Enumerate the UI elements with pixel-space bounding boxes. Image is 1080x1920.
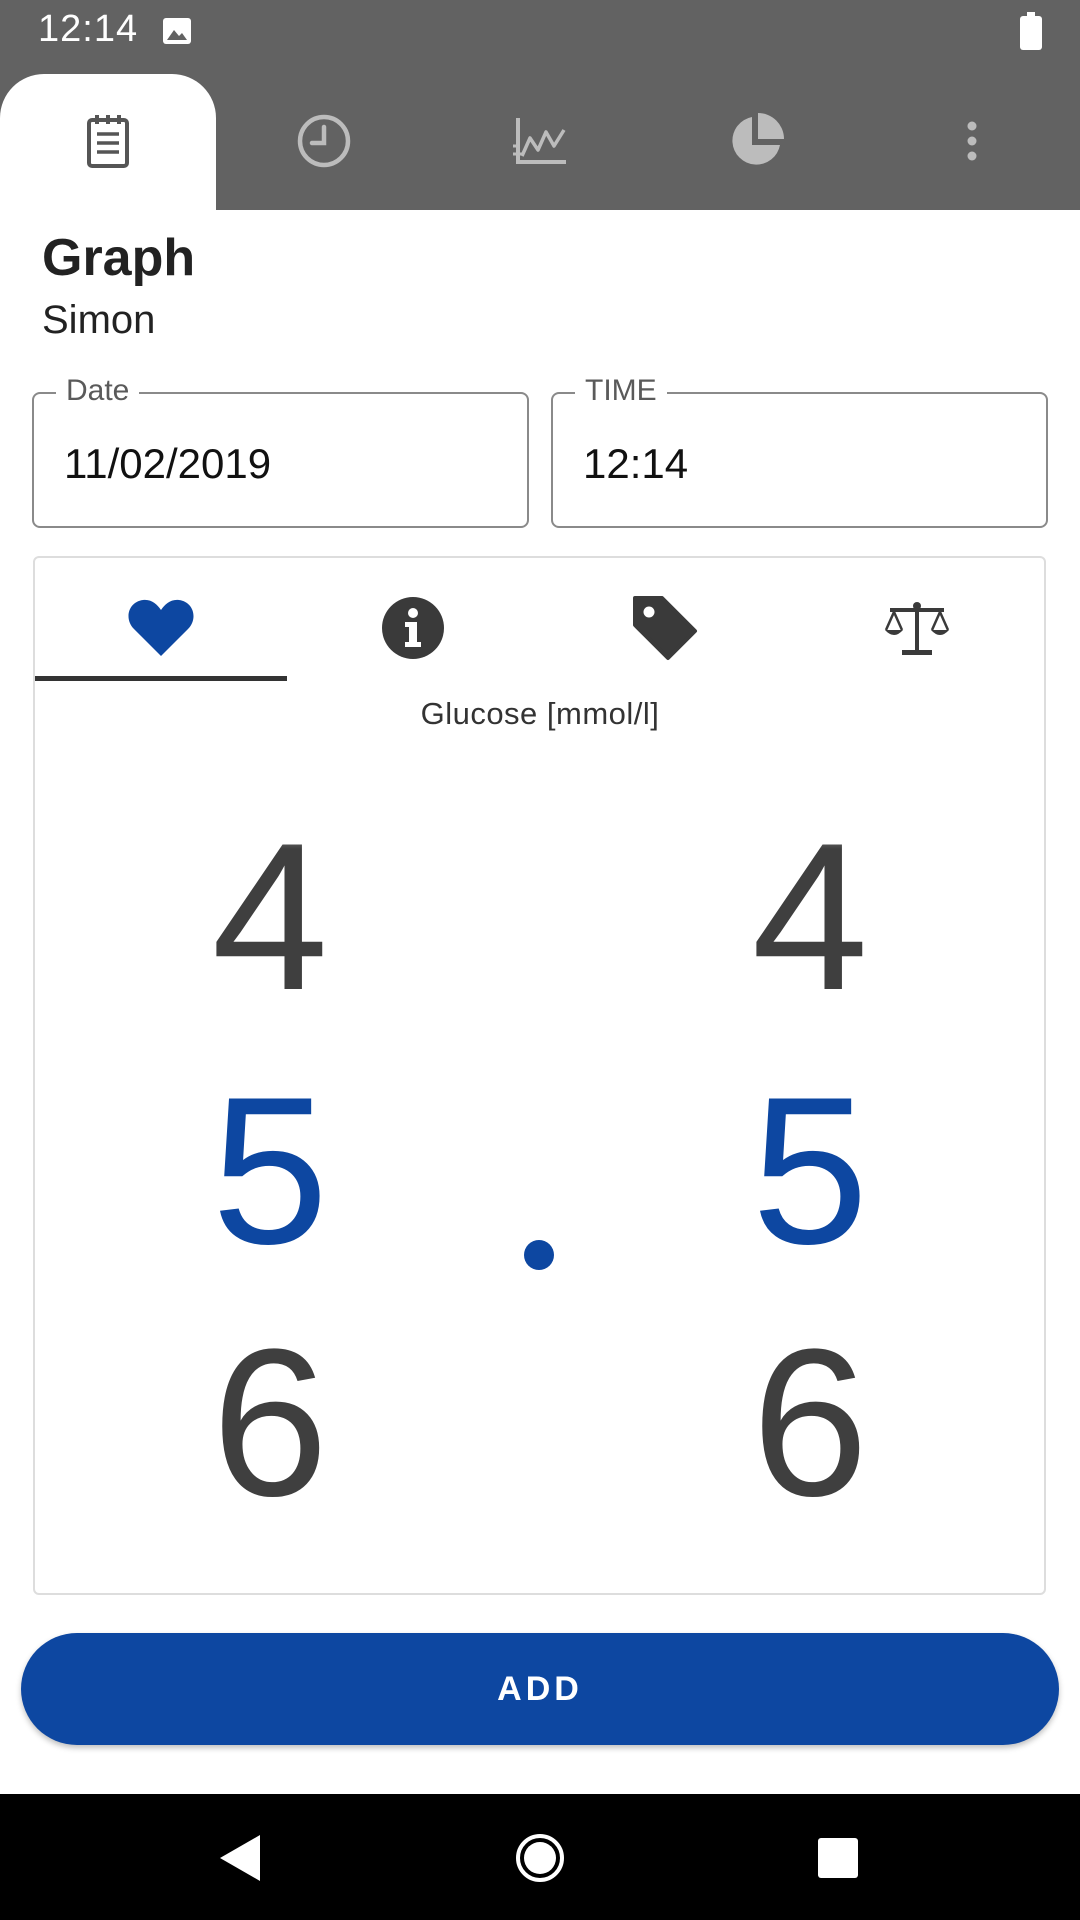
clock-icon [297,114,351,168]
tab-statistics[interactable] [648,88,864,194]
heart-icon [128,599,194,656]
status-time: 12:14 [38,8,139,50]
picker-fade-top [720,800,900,870]
more-options-button[interactable] [864,88,1080,194]
picker-fade-top [180,800,360,870]
home-circle-icon [516,1834,564,1882]
back-button[interactable] [204,1822,276,1894]
time-field-label: TIME [575,374,667,408]
recents-square-icon [818,1838,858,1878]
more-vert-icon [967,121,977,161]
tab-graph[interactable] [432,88,648,194]
decimal-picker-selected[interactable]: 5 [720,1066,900,1276]
battery-icon [1020,12,1042,50]
add-button[interactable]: ADD [21,1633,1059,1745]
pie-chart-icon [732,113,784,165]
info-icon [382,597,444,659]
tab-weight[interactable] [791,576,1043,680]
time-field-value: 12:14 [583,440,689,487]
picker-fade-bottom [720,1490,900,1560]
tag-icon [633,596,697,660]
scale-icon [884,602,950,655]
picker-fade-bottom [180,1490,360,1560]
image-notification-icon [162,16,192,46]
page-subtitle: Simon [42,298,156,342]
decimal-picker[interactable]: 4 5 6 [720,800,900,1560]
date-field-value: 11/02/2019 [64,440,272,487]
tab-info[interactable] [287,576,539,680]
tab-logbook[interactable] [0,88,216,194]
home-button[interactable] [504,1822,576,1894]
date-field-label: Date [56,374,140,408]
glucose-label: Glucose [mmol/l] [420,696,660,731]
page-title: Graph [42,229,196,287]
integer-picker[interactable]: 4 5 6 [180,800,360,1560]
tab-glucose[interactable] [35,576,287,680]
notepad-icon [87,115,129,168]
tab-timeline[interactable] [216,88,432,194]
line-chart-icon [513,118,566,164]
decimal-separator [524,1240,554,1270]
recents-button[interactable] [802,1822,874,1894]
back-triangle-icon [220,1835,260,1881]
date-field[interactable]: Date 11/02/2019 [32,374,529,528]
integer-picker-selected[interactable]: 5 [180,1066,360,1276]
tab-tags[interactable] [539,576,791,680]
tab-indicator [35,676,287,681]
time-field[interactable]: TIME 12:14 [551,374,1048,528]
